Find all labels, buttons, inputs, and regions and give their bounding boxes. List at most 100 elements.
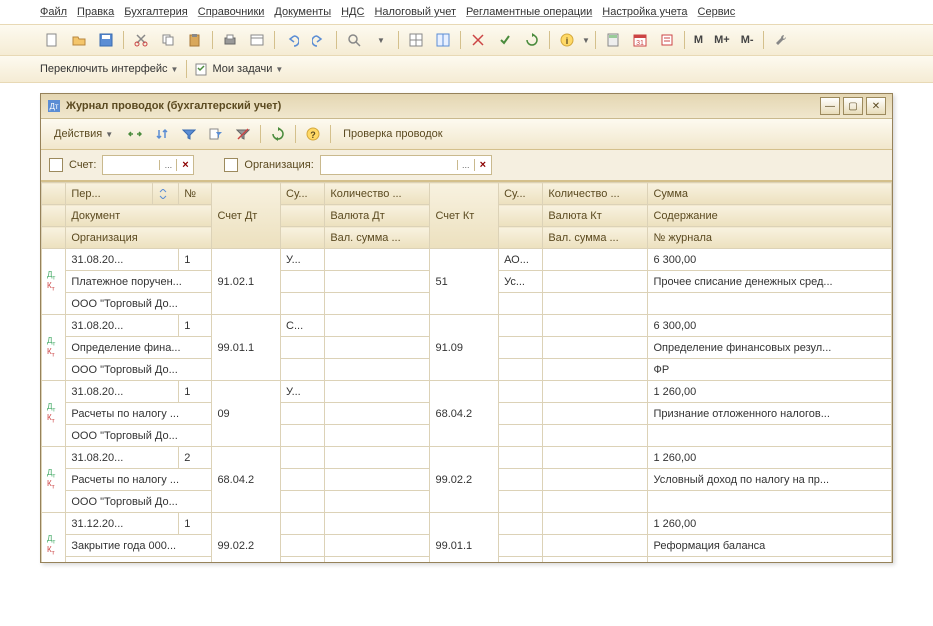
search-icon[interactable] (342, 28, 366, 52)
account-select-icon[interactable]: ... (159, 160, 176, 170)
col-sum-header[interactable]: Сумма (648, 183, 892, 205)
grid2-icon[interactable] (431, 28, 455, 52)
col-journal-header[interactable]: № журнала (648, 227, 892, 249)
titlebar: Дт Журнал проводок (бухгалтерский учет) … (41, 94, 892, 119)
calendar-icon[interactable]: 31 (628, 28, 652, 52)
col-num-header[interactable]: № (179, 183, 212, 205)
svg-text:Дт: Дт (49, 102, 58, 111)
copy-icon[interactable] (156, 28, 180, 52)
help-icon[interactable]: ? (301, 122, 325, 146)
calc-icon[interactable] (601, 28, 625, 52)
new-doc-icon[interactable] (40, 28, 64, 52)
grid-icon[interactable] (404, 28, 428, 52)
org-filter-input[interactable]: ... × (320, 155, 492, 175)
menu-directories[interactable]: Справочники (198, 6, 265, 18)
col-valsumkt-header[interactable]: Вал. сумма ... (543, 227, 648, 249)
svg-text:?: ? (310, 130, 316, 140)
org-checkbox[interactable] (224, 158, 238, 172)
menu-settings[interactable]: Настройка учета (602, 6, 687, 18)
menu-accounting[interactable]: Бухгалтерия (124, 6, 188, 18)
menu-service[interactable]: Сервис (698, 6, 736, 18)
check-entries-button[interactable]: Проверка проводок (336, 125, 449, 143)
close-x-icon[interactable] (466, 28, 490, 52)
account-checkbox[interactable] (49, 158, 63, 172)
dtkt-icon: ДтКт (42, 381, 66, 447)
save-icon[interactable] (94, 28, 118, 52)
table-row[interactable]: ДтКт 31.08.20...1 91.02.1У... 51АО... 6 … (42, 249, 892, 271)
dtkt-icon: ДтКт (42, 447, 66, 513)
col-valsumdt-header[interactable]: Вал. сумма ... (325, 227, 430, 249)
col-acct-dt-header[interactable]: Счет Дт (212, 183, 281, 249)
journal-icon[interactable] (655, 28, 679, 52)
check-icon[interactable] (493, 28, 517, 52)
col-acct-kt-header[interactable]: Счет Кт (430, 183, 499, 249)
org-clear-icon[interactable]: × (474, 159, 491, 171)
action-toolbar: Действия▼ ? Проверка проводок (41, 119, 892, 150)
col-content-header[interactable]: Содержание (648, 205, 892, 227)
grid-scroll[interactable]: Пер... № Счет Дт Су... Количество ... Сч… (41, 182, 892, 562)
account-filter-input[interactable]: ... × (102, 155, 194, 175)
table-row[interactable]: ДтКт 31.08.20...1 09У... 68.04.2 1 260,0… (42, 381, 892, 403)
grid-container: Пер... № Счет Дт Су... Количество ... Сч… (41, 181, 892, 562)
m-button[interactable]: M (690, 32, 707, 48)
org-select-icon[interactable]: ... (457, 160, 474, 170)
svg-text:i: i (566, 36, 569, 46)
filter-off-icon[interactable] (231, 122, 255, 146)
info-icon[interactable]: i (555, 28, 579, 52)
my-tasks-button[interactable]: Мои задачи▼ (195, 62, 283, 76)
maximize-button[interactable]: ▢ (843, 97, 863, 115)
col-valkt-header[interactable]: Валюта Кт (543, 205, 648, 227)
window-title: Журнал проводок (бухгалтерский учет) (66, 100, 817, 112)
menu-edit[interactable]: Правка (77, 6, 114, 18)
info-dropdown-icon[interactable]: ▼ (582, 36, 590, 45)
form-icon[interactable] (245, 28, 269, 52)
col-icon-header[interactable] (42, 183, 66, 205)
col-sub-dt-header[interactable]: Су... (281, 183, 325, 205)
sort-icon[interactable] (150, 122, 174, 146)
expand-icon[interactable] (123, 122, 147, 146)
menu-vat[interactable]: НДС (341, 6, 364, 18)
table-row[interactable]: ДтКт 31.12.20...1 99.02.2 99.01.1 1 260,… (42, 513, 892, 535)
redo-icon[interactable] (307, 28, 331, 52)
wrench-icon[interactable] (769, 28, 793, 52)
table-row[interactable]: ДтКт 31.08.20...2 68.04.2 99.02.2 1 260,… (42, 447, 892, 469)
menu-file[interactable]: Файл (40, 6, 67, 18)
col-qty-kt-header[interactable]: Количество ... (543, 183, 648, 205)
actions-menu-button[interactable]: Действия▼ (47, 125, 120, 143)
interface-bar: Переключить интерфейс▼ Мои задачи▼ (0, 56, 933, 83)
menu-documents[interactable]: Документы (274, 6, 331, 18)
col-doc-header[interactable]: Документ (66, 205, 212, 227)
refresh-icon[interactable] (266, 122, 290, 146)
undo-icon[interactable] (280, 28, 304, 52)
window-icon: Дт (47, 99, 61, 113)
col-sub-kt-header[interactable]: Су... (499, 183, 543, 205)
switch-interface-button[interactable]: Переключить интерфейс▼ (40, 63, 178, 75)
open-icon[interactable] (67, 28, 91, 52)
journal-window: Дт Журнал проводок (бухгалтерский учет) … (40, 93, 893, 563)
col-qty-dt-header[interactable]: Количество ... (325, 183, 430, 205)
print-icon[interactable] (218, 28, 242, 52)
col-org-header[interactable]: Организация (66, 227, 212, 249)
m-minus-button[interactable]: M- (737, 32, 758, 48)
cut-icon[interactable] (129, 28, 153, 52)
menubar: Файл Правка Бухгалтерия Справочники Доку… (0, 0, 933, 25)
filter-icon[interactable] (177, 122, 201, 146)
tasks-icon (195, 62, 209, 76)
dtkt-icon: ДтКт (42, 249, 66, 315)
entries-table: Пер... № Счет Дт Су... Количество ... Сч… (41, 182, 892, 562)
dropdown-icon[interactable]: ▼ (369, 28, 393, 52)
filter-bar: Счет: ... × Организация: ... × (41, 150, 892, 181)
menu-regulatory[interactable]: Регламентные операции (466, 6, 592, 18)
minimize-button[interactable]: — (820, 97, 840, 115)
reload-icon[interactable] (520, 28, 544, 52)
col-sort-header[interactable] (152, 183, 179, 205)
account-clear-icon[interactable]: × (176, 159, 193, 171)
filter-doc-icon[interactable] (204, 122, 228, 146)
close-button[interactable]: ✕ (866, 97, 886, 115)
col-valdt-header[interactable]: Валюта Дт (325, 205, 430, 227)
menu-tax[interactable]: Налоговый учет (374, 6, 456, 18)
table-row[interactable]: ДтКт 31.08.20...1 99.01.1С... 91.09 6 30… (42, 315, 892, 337)
m-plus-button[interactable]: M+ (710, 32, 734, 48)
col-period-header[interactable]: Пер... (66, 183, 152, 205)
paste-icon[interactable] (183, 28, 207, 52)
